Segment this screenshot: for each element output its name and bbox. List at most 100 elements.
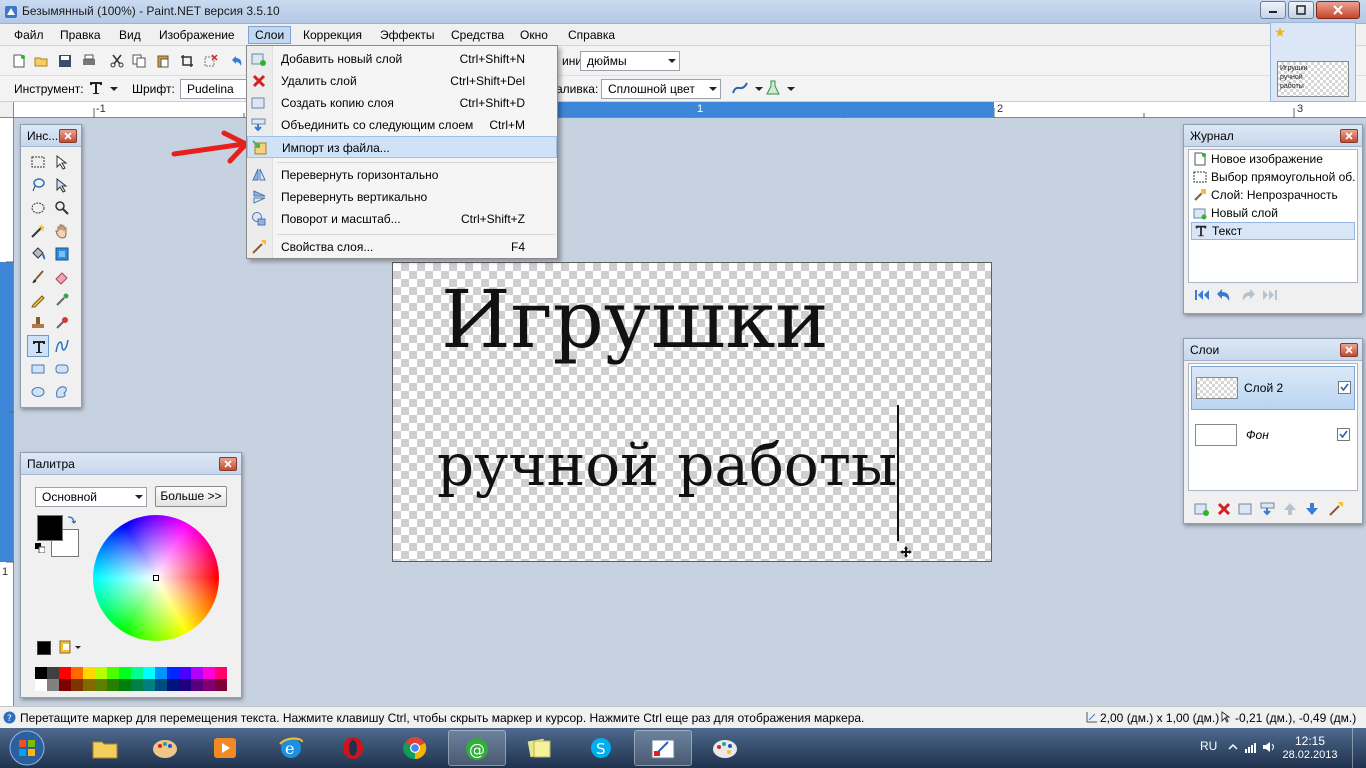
history-close-button[interactable] xyxy=(1340,129,1358,143)
menu-item-merge-down[interactable]: Объединить со следующим слоем Ctrl+M xyxy=(247,114,557,136)
menu-item-flip-horizontal[interactable]: Перевернуть горизонтально xyxy=(247,164,557,186)
font-select[interactable]: Pudelina xyxy=(180,79,246,99)
menu-item-duplicate-layer[interactable]: Создать копию слоя Ctrl+Shift+D xyxy=(247,92,557,114)
add-layer-icon[interactable] xyxy=(1194,501,1210,517)
menu-edit[interactable]: Правка xyxy=(54,26,107,44)
history-item[interactable]: Новый слой xyxy=(1191,204,1355,222)
show-desktop-button[interactable] xyxy=(1352,728,1366,768)
history-last-icon[interactable] xyxy=(1262,288,1278,302)
layer-visibility-checkbox[interactable] xyxy=(1338,381,1351,394)
reset-colors-icon[interactable] xyxy=(35,543,45,553)
recolor-tool[interactable] xyxy=(51,312,73,334)
magic-wand-tool[interactable] xyxy=(27,220,49,242)
move-selection-tool[interactable] xyxy=(51,151,73,173)
new-file-icon[interactable] xyxy=(12,54,26,68)
mail-agent-taskbar-icon[interactable]: @ xyxy=(448,730,506,766)
menu-file[interactable]: Файл xyxy=(8,26,50,44)
media-player-taskbar-icon[interactable] xyxy=(196,730,254,766)
pan-tool[interactable] xyxy=(51,220,73,242)
start-button[interactable] xyxy=(4,729,50,767)
freeform-shape-tool[interactable] xyxy=(51,381,73,403)
menu-layers[interactable]: Слои xyxy=(248,26,292,44)
clock-date[interactable]: 28.02.2013 xyxy=(1280,749,1340,761)
deselect-icon[interactable] xyxy=(204,54,218,68)
add-color-swatch[interactable] xyxy=(37,641,51,655)
fill-select[interactable]: Сплошной цвет xyxy=(601,79,721,99)
rect-select-tool[interactable] xyxy=(27,151,49,173)
clone-stamp-tool[interactable] xyxy=(27,312,49,334)
move-handle-icon[interactable] xyxy=(900,546,912,558)
lasso-tool[interactable] xyxy=(27,174,49,196)
tools-close-button[interactable] xyxy=(59,129,77,143)
menu-item-rotate-zoom[interactable]: Поворот и масштаб... Ctrl+Shift+Z xyxy=(247,208,557,230)
move-pixels-tool[interactable] xyxy=(51,174,73,196)
internet-explorer-taskbar-icon[interactable]: e xyxy=(262,730,320,766)
image-canvas[interactable]: Игрушки ручной работы xyxy=(392,262,992,562)
paint-app-taskbar-icon[interactable] xyxy=(696,730,754,766)
print-icon[interactable] xyxy=(82,54,96,68)
layer-row-selected[interactable]: Слой 2 xyxy=(1191,366,1355,410)
menu-item-layer-properties[interactable]: Свойства слоя... F4 xyxy=(247,236,557,258)
palette-swatches[interactable] xyxy=(35,667,229,691)
text-tool[interactable] xyxy=(27,335,49,357)
history-item[interactable]: Выбор прямоугольной об... xyxy=(1191,168,1355,186)
save-icon[interactable] xyxy=(58,54,72,68)
crop-icon[interactable] xyxy=(180,54,194,68)
units-select[interactable]: дюймы xyxy=(580,51,680,71)
ellipse-select-tool[interactable] xyxy=(27,197,49,219)
blend-dropdown-icon[interactable] xyxy=(787,87,795,91)
clock-time[interactable]: 12:15 xyxy=(1280,734,1340,748)
maximize-button[interactable] xyxy=(1288,1,1314,19)
image-thumbnail-tab[interactable]: Игрушки ручной работы xyxy=(1270,22,1356,102)
sticky-notes-taskbar-icon[interactable] xyxy=(510,730,568,766)
move-layer-up-icon[interactable] xyxy=(1282,501,1298,517)
chrome-taskbar-icon[interactable] xyxy=(386,730,444,766)
layers-close-button[interactable] xyxy=(1340,343,1358,357)
menu-help[interactable]: Справка xyxy=(562,26,621,44)
swap-colors-icon[interactable] xyxy=(66,515,76,525)
layer-visibility-checkbox[interactable] xyxy=(1337,428,1350,441)
undo-icon[interactable] xyxy=(230,54,244,68)
eraser-tool[interactable] xyxy=(51,266,73,288)
opera-taskbar-icon[interactable] xyxy=(324,730,382,766)
line-curve-tool[interactable] xyxy=(51,335,73,357)
explorer-taskbar-icon[interactable] xyxy=(76,730,134,766)
history-item[interactable]: Новое изображение xyxy=(1191,150,1355,168)
gradient-tool[interactable] xyxy=(51,243,73,265)
menu-item-add-layer[interactable]: Добавить новый слой Ctrl+Shift+N xyxy=(247,48,557,70)
rectangle-tool[interactable] xyxy=(27,358,49,380)
menu-adjustments[interactable]: Коррекция xyxy=(297,26,368,44)
more-colors-button[interactable]: Больше >> xyxy=(155,486,227,507)
minimize-button[interactable] xyxy=(1260,1,1286,19)
paintbrush-tool[interactable] xyxy=(27,266,49,288)
history-first-icon[interactable] xyxy=(1194,288,1210,302)
volume-icon[interactable] xyxy=(1262,740,1276,754)
history-item[interactable]: Слой: Непрозрачность xyxy=(1191,186,1355,204)
antialias-dropdown-icon[interactable] xyxy=(755,87,763,91)
history-undo-icon[interactable] xyxy=(1216,288,1232,302)
close-button[interactable] xyxy=(1316,1,1360,19)
menu-item-flip-vertical[interactable]: Перевернуть вертикально xyxy=(247,186,557,208)
delete-layer-icon[interactable] xyxy=(1216,501,1232,517)
open-file-icon[interactable] xyxy=(34,54,48,68)
layer-row[interactable]: Фон xyxy=(1191,414,1355,458)
move-layer-down-icon[interactable] xyxy=(1304,501,1320,517)
pencil-tool[interactable] xyxy=(27,289,49,311)
menu-view[interactable]: Вид xyxy=(113,26,147,44)
menu-window[interactable]: Окно xyxy=(514,26,554,44)
primary-color-swatch[interactable] xyxy=(37,515,63,541)
text-tool-icon[interactable] xyxy=(88,80,104,96)
color-wheel-marker[interactable] xyxy=(153,575,159,581)
color-picker-tool[interactable] xyxy=(51,289,73,311)
zoom-tool[interactable] xyxy=(51,197,73,219)
paintnet-taskbar-icon[interactable] xyxy=(634,730,692,766)
skype-taskbar-icon[interactable]: S xyxy=(572,730,630,766)
cut-icon[interactable] xyxy=(110,54,124,68)
paint-bucket-tool[interactable] xyxy=(27,243,49,265)
rounded-rectangle-tool[interactable] xyxy=(51,358,73,380)
menu-effects[interactable]: Эффекты xyxy=(374,26,441,44)
menu-item-import-from-file[interactable]: Импорт из файла... xyxy=(247,136,557,158)
ellipse-tool[interactable] xyxy=(27,381,49,403)
antialias-icon[interactable] xyxy=(731,80,749,96)
merge-down-icon[interactable] xyxy=(1260,501,1276,517)
